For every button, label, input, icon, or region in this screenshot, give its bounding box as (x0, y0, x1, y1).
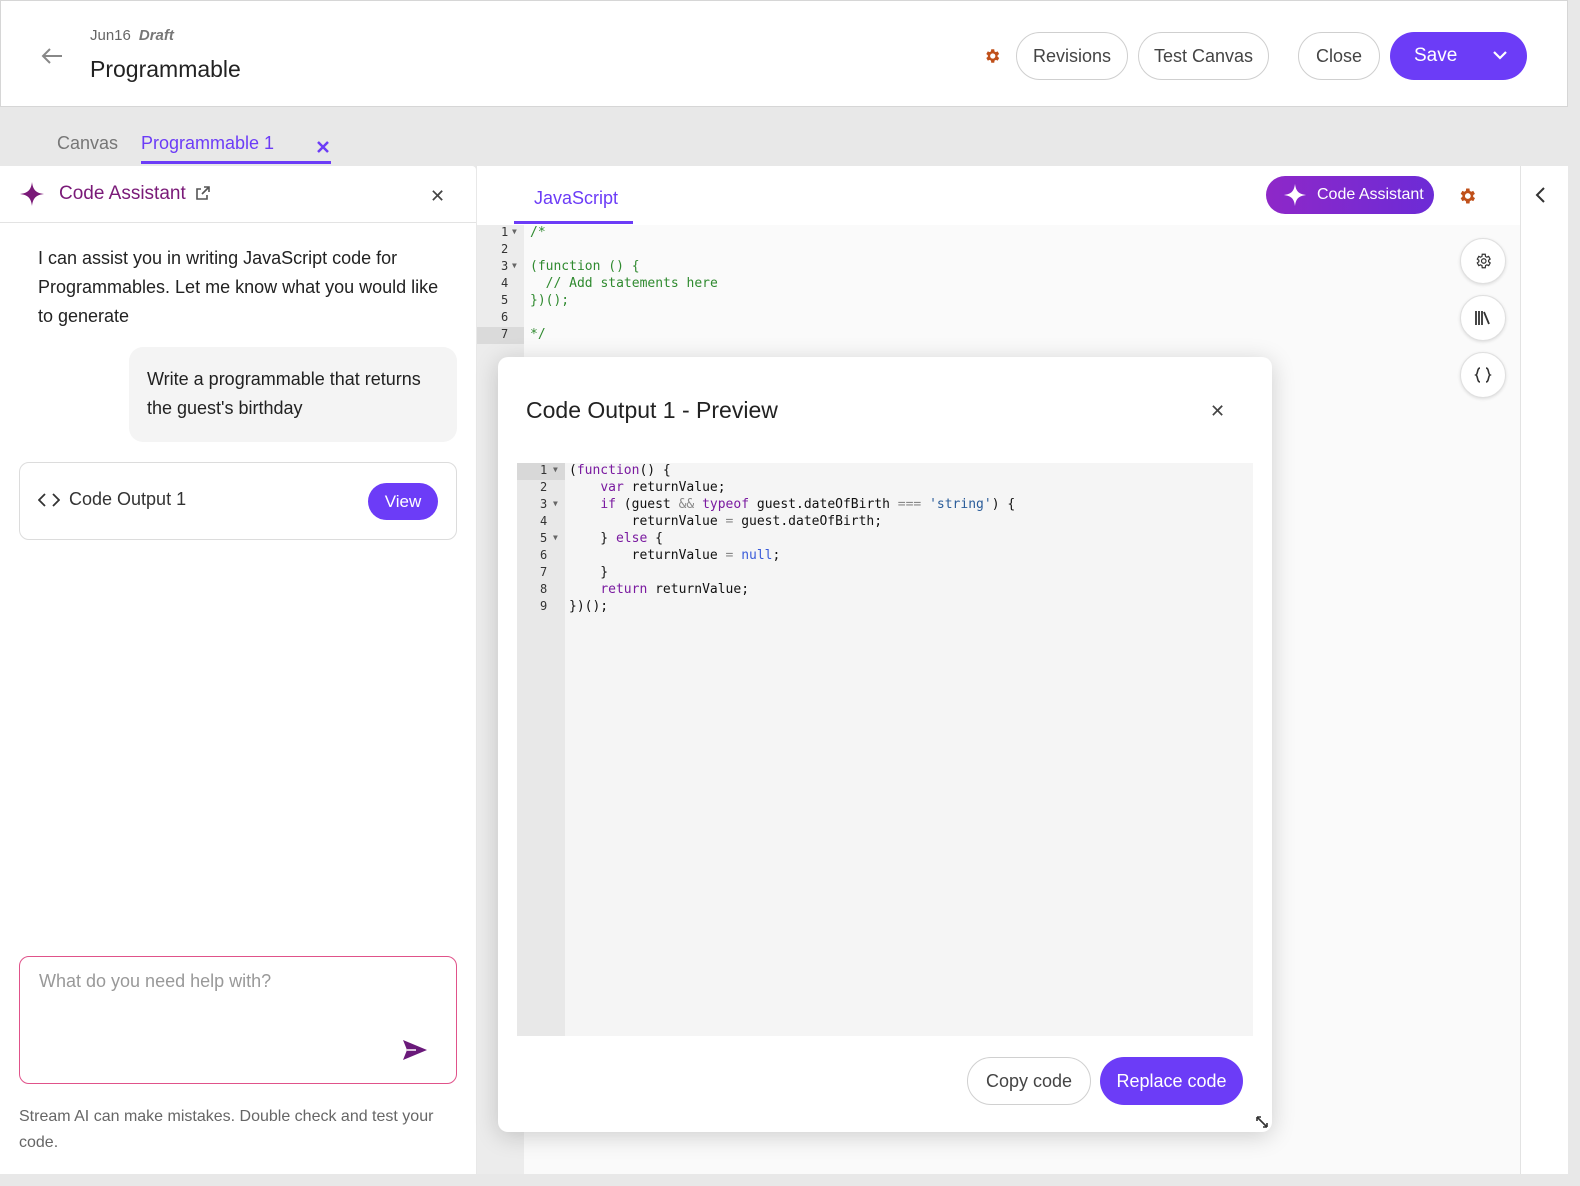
line-number: 3 ▼ (540, 497, 558, 511)
copy-code-button[interactable]: Copy code (967, 1057, 1091, 1105)
page-meta: Jun16 Draft (90, 27, 174, 44)
line-number: 2 (501, 242, 509, 256)
back-arrow-icon[interactable] (37, 41, 67, 71)
chevron-down-icon[interactable] (1491, 45, 1509, 65)
assistant-panel-title: Code Assistant (59, 183, 186, 204)
code-line: return returnValue; (600, 582, 750, 597)
code-line: })(); (569, 599, 609, 614)
tab-canvas[interactable]: Canvas (57, 133, 118, 154)
sparkle-icon (1283, 183, 1307, 207)
javascript-tab-indicator (514, 221, 633, 224)
code-line: // Add statements here (530, 276, 718, 291)
page-title: Programmable (90, 56, 241, 82)
send-icon[interactable] (402, 1039, 428, 1061)
code-line: var returnValue; (600, 480, 726, 495)
code-assistant-panel: Code Assistant ✕ I can assist you in wri… (0, 166, 476, 1174)
app-header: Jun16 Draft Programmable Revisions Test C… (0, 0, 1568, 107)
code-line: } else { (569, 531, 663, 546)
code-line: } (569, 565, 609, 580)
chevron-left-icon[interactable] (1533, 186, 1549, 204)
prompt-input[interactable] (39, 971, 399, 1031)
draft-badge: Draft (138, 27, 174, 44)
code-output-card: Code Output 1 View (19, 462, 457, 540)
resize-handle-icon[interactable] (1255, 1115, 1269, 1129)
code-assistant-label: Code Assistant (1317, 186, 1424, 203)
test-canvas-button[interactable]: Test Canvas (1138, 32, 1269, 80)
braces-icon (1474, 367, 1492, 383)
library-icon (1475, 311, 1490, 325)
line-number: 6 (501, 310, 509, 324)
code-line: if (guest && typeof guest.dateOfBirth ==… (600, 497, 1016, 512)
code-assistant-button[interactable]: Code Assistant (1266, 176, 1434, 214)
editor-settings-gear-icon[interactable] (1457, 186, 1477, 206)
line-number: 1 ▼ (501, 225, 517, 239)
line-number: 6 (540, 548, 548, 562)
active-tab-indicator (141, 161, 331, 164)
save-label: Save (1414, 45, 1458, 66)
preview-code-editor[interactable]: 1 ▼ 2 3 ▼ 4 5 ▼ 6 7 8 9 (function() { var r… (517, 463, 1253, 1036)
line-number: 3 ▼ (501, 259, 517, 273)
library-button[interactable] (1460, 295, 1506, 341)
code-line: })(); (530, 293, 570, 308)
code-icon (38, 493, 60, 507)
line-number: 4 (540, 514, 548, 528)
replace-code-button[interactable]: Replace code (1100, 1057, 1243, 1105)
line-number: 7 (540, 565, 548, 579)
tab-programmable-1[interactable]: Programmable 1 (141, 133, 274, 154)
user-message: Write a programmable that returns the gu… (129, 347, 457, 442)
gear-icon (1476, 253, 1491, 269)
close-panel-icon[interactable]: ✕ (430, 186, 445, 207)
line-number-active: 7 (477, 327, 524, 344)
code-line: returnValue = null; (569, 548, 781, 563)
prompt-box (19, 956, 457, 1084)
settings-gear-icon[interactable] (981, 45, 1003, 67)
close-button[interactable]: Close (1298, 32, 1380, 80)
assistant-message: I can assist you in writing JavaScript c… (38, 248, 439, 326)
save-button[interactable]: Save (1390, 32, 1527, 80)
line-number: 2 (540, 480, 548, 494)
revisions-button[interactable]: Revisions (1016, 32, 1128, 80)
code-line: */ (530, 327, 546, 342)
code-output-label: Code Output 1 (69, 489, 187, 509)
view-button[interactable]: View (368, 483, 438, 520)
line-number: 8 (540, 582, 548, 596)
line-number: 5 ▼ (540, 531, 558, 545)
code-line: (function() { (569, 463, 671, 478)
line-number: 4 (501, 276, 509, 290)
external-link-icon[interactable] (195, 185, 211, 201)
line-number: 5 (501, 293, 509, 307)
json-button[interactable] (1460, 352, 1506, 398)
code-line: returnValue = guest.dateOfBirth; (569, 514, 883, 529)
right-side-strip (1520, 166, 1568, 1174)
page-date: Jun16 (90, 27, 131, 44)
code-line: (function () { (530, 259, 640, 274)
modal-close-icon[interactable]: ✕ (1210, 401, 1225, 422)
editor-settings-button[interactable] (1460, 238, 1506, 284)
close-tab-icon[interactable] (314, 138, 332, 156)
code-output-preview-modal: Code Output 1 - Preview ✕ 1 ▼ 2 3 ▼ 4 5 ▼ 6… (498, 357, 1272, 1132)
line-number-active: 1 ▼ (517, 463, 565, 480)
modal-title: Code Output 1 - Preview (526, 397, 778, 423)
line-number: 9 (540, 599, 548, 613)
code-line: /* (530, 225, 546, 240)
sparkle-icon (20, 182, 44, 206)
assistant-panel-header: Code Assistant ✕ (0, 166, 476, 223)
tab-javascript[interactable]: JavaScript (534, 188, 618, 209)
disclaimer-text: Stream AI can make mistakes. Double chec… (19, 1108, 434, 1151)
